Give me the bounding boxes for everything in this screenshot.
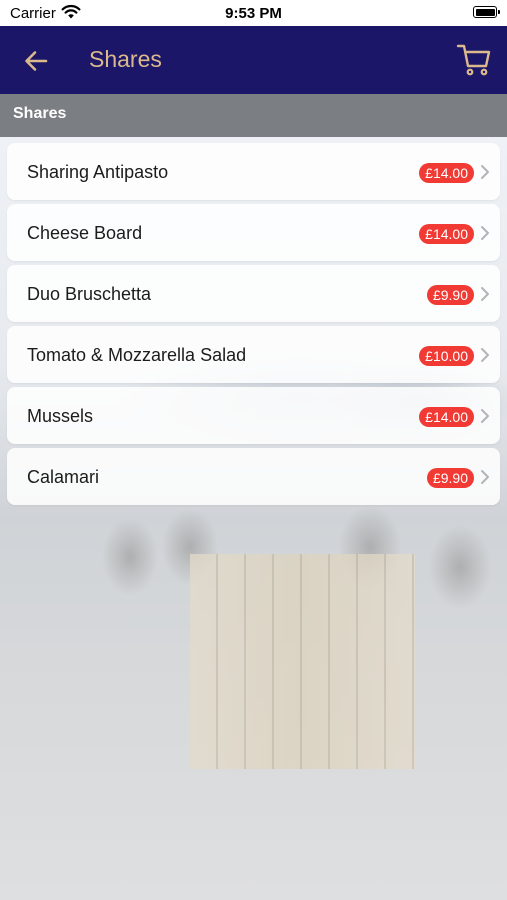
page-title: Shares xyxy=(89,46,162,72)
price-badge: £14.00 xyxy=(419,163,474,183)
item-name: Duo Bruschetta xyxy=(27,284,152,304)
list-item[interactable]: Sharing Antipasto £14.00 xyxy=(7,143,500,200)
price-badge: £14.00 xyxy=(419,407,474,427)
list-item[interactable]: Duo Bruschetta £9.90 xyxy=(7,265,500,322)
clock: 9:53 PM xyxy=(225,5,282,22)
item-name: Cheese Board xyxy=(27,223,143,243)
price-badge: £10.00 xyxy=(419,346,474,366)
chevron-right-icon xyxy=(481,287,489,301)
item-name: Calamari xyxy=(27,467,100,487)
chevron-right-icon xyxy=(481,165,489,179)
section-title: Shares xyxy=(13,105,67,122)
chevron-right-icon xyxy=(481,470,489,484)
item-name: Tomato & Mozzarella Salad xyxy=(27,345,247,365)
list-item[interactable]: Tomato & Mozzarella Salad £10.00 xyxy=(7,326,500,383)
list-item[interactable]: Mussels £14.00 xyxy=(7,387,500,444)
menu-list: Sharing Antipasto £14.00 Cheese Board £1… xyxy=(7,143,500,509)
item-name: Mussels xyxy=(27,406,94,426)
price-badge: £9.90 xyxy=(426,468,474,488)
arrow-left-icon[interactable] xyxy=(22,47,50,75)
item-name: Sharing Antipasto xyxy=(27,162,169,182)
chevron-right-icon xyxy=(481,226,489,240)
status-bar: Carrier 9:53 PM xyxy=(0,0,507,26)
price-badge: £14.00 xyxy=(419,224,474,244)
list-item[interactable]: Calamari £9.90 xyxy=(7,448,500,505)
section-header: Shares xyxy=(0,94,507,137)
battery-icon xyxy=(473,6,500,18)
shopping-cart-icon[interactable] xyxy=(456,41,492,77)
list-item[interactable]: Cheese Board £14.00 xyxy=(7,204,500,261)
chevron-right-icon xyxy=(481,409,489,423)
chevron-right-icon xyxy=(481,348,489,362)
background-wooden-stall xyxy=(190,554,415,769)
price-badge: £9.90 xyxy=(426,285,474,305)
navigation-bar: Shares xyxy=(0,26,507,94)
